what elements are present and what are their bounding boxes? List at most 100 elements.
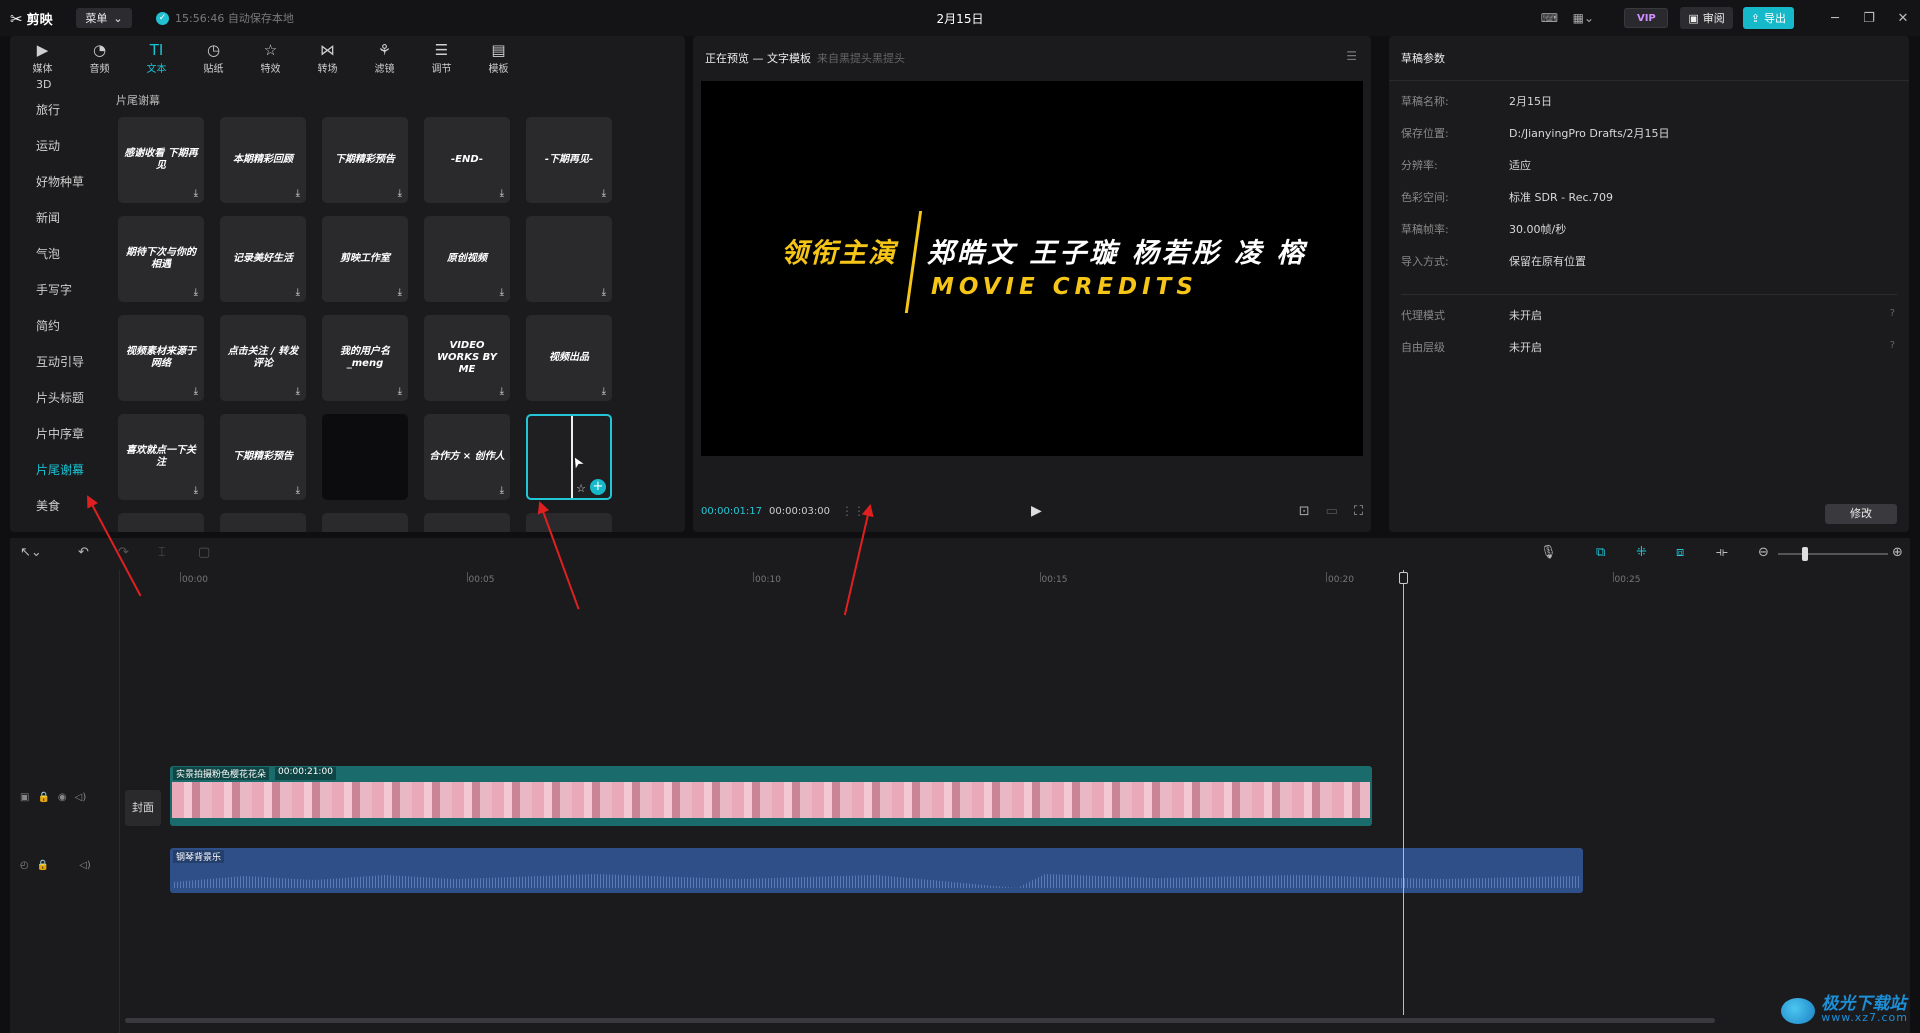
template-card[interactable]: ➤ ☆ +: [526, 414, 612, 500]
category-item[interactable]: 旅行: [10, 92, 102, 128]
template-card[interactable]: 下期精彩预告 ⤓: [322, 117, 408, 203]
category-item[interactable]: 手写字: [10, 272, 102, 308]
download-icon[interactable]: ⤓: [398, 287, 402, 298]
preview-axis-icon[interactable]: ⟛: [1716, 545, 1728, 560]
category-item[interactable]: 新闻: [10, 200, 102, 236]
download-icon[interactable]: ⤓: [296, 287, 300, 298]
template-card[interactable]: [220, 513, 306, 532]
delete-icon[interactable]: ▢: [198, 545, 210, 560]
tab-sticker[interactable]: ◷ 贴纸: [185, 36, 242, 80]
template-card[interactable]: ⤓: [526, 216, 612, 302]
template-card[interactable]: -END- ⤓: [424, 117, 510, 203]
auto-snap-icon[interactable]: ⁜: [1636, 545, 1647, 560]
download-icon[interactable]: ⤓: [500, 485, 504, 496]
cover-button[interactable]: 封面: [125, 790, 161, 826]
audio-clip[interactable]: 钢琴背景乐: [170, 848, 1583, 893]
download-icon[interactable]: ⤓: [296, 485, 300, 496]
video-canvas[interactable]: 领衔主演 郑皓文 王子璇 杨若彤 凌 榕 MOVIE CREDITS: [701, 81, 1363, 456]
menu-icon[interactable]: ☰: [1346, 49, 1357, 63]
template-card[interactable]: 原创视频 ⤓: [424, 216, 510, 302]
download-icon[interactable]: ⤓: [500, 188, 504, 199]
zoom-slider-handle[interactable]: [1802, 547, 1808, 561]
template-card[interactable]: 视频素材来源于网络 ⤓: [118, 315, 204, 401]
play-icon[interactable]: ▶: [1031, 503, 1042, 519]
category-item[interactable]: 互动引导: [10, 344, 102, 380]
download-icon[interactable]: ⤓: [602, 386, 606, 397]
split-icon[interactable]: ⌶: [158, 545, 166, 560]
template-card[interactable]: 剪映工作室 ⤓: [322, 216, 408, 302]
download-icon[interactable]: ⤓: [194, 485, 198, 496]
tab-adjust[interactable]: ☰ 调节: [413, 36, 470, 80]
download-icon[interactable]: ⤓: [194, 287, 198, 298]
template-card[interactable]: [118, 513, 204, 532]
lock-icon[interactable]: 🔒: [37, 792, 49, 803]
tab-media[interactable]: ▶ 媒体: [14, 36, 71, 80]
main-track-magnet-icon[interactable]: ⧉: [1596, 545, 1605, 560]
grid-list-icon[interactable]: ⋮⋮: [841, 504, 865, 518]
category-item[interactable]: 片中序章: [10, 416, 102, 452]
help-icon[interactable]: ?: [1890, 308, 1895, 319]
ratio-icon[interactable]: ▭: [1326, 504, 1338, 519]
tab-audio[interactable]: ◔ 音频: [71, 36, 128, 80]
linkage-icon[interactable]: ⧈: [1676, 545, 1684, 560]
speaker-icon[interactable]: ◁): [79, 860, 91, 871]
download-icon[interactable]: ⤓: [194, 188, 198, 199]
template-card[interactable]: [322, 414, 408, 500]
tab-text[interactable]: TI 文本: [128, 36, 185, 80]
tab-template[interactable]: ▤ 模板: [470, 36, 527, 80]
layout-icon[interactable]: ▦⌄: [1570, 8, 1596, 28]
microphone-icon[interactable]: 🎙: [1540, 545, 1557, 560]
category-item[interactable]: 简约: [10, 308, 102, 344]
download-icon[interactable]: ⤓: [194, 386, 198, 397]
select-tool-icon[interactable]: ↖⌄: [20, 545, 42, 560]
tab-filter[interactable]: ⚘ 滤镜: [356, 36, 413, 80]
download-icon[interactable]: ⤓: [500, 287, 504, 298]
playhead-handle[interactable]: [1399, 572, 1408, 584]
undo-icon[interactable]: ↶: [78, 545, 89, 560]
close-icon[interactable]: ✕: [1886, 0, 1920, 36]
template-card[interactable]: [526, 513, 612, 532]
download-icon[interactable]: ⤓: [602, 188, 606, 199]
minimize-icon[interactable]: ─: [1818, 0, 1852, 36]
zoom-out-icon[interactable]: ⊖: [1758, 545, 1769, 560]
category-item[interactable]: 气泡: [10, 236, 102, 272]
template-card[interactable]: 视频出品 ⤓: [526, 315, 612, 401]
download-icon[interactable]: ⤓: [500, 386, 504, 397]
download-icon[interactable]: ⤓: [398, 386, 402, 397]
favorite-icon[interactable]: ☆: [576, 482, 586, 495]
tab-effect[interactable]: ☆ 特效: [242, 36, 299, 80]
eye-icon[interactable]: ◉: [58, 792, 67, 803]
category-item[interactable]: 好物种草: [10, 164, 102, 200]
category-item-3d[interactable]: 3D: [36, 80, 51, 91]
download-icon[interactable]: ⤓: [296, 386, 300, 397]
template-card[interactable]: 我的用户名_meng ⤓: [322, 315, 408, 401]
speaker-icon[interactable]: ◁): [75, 792, 87, 803]
add-to-track-icon[interactable]: +: [590, 479, 606, 495]
template-card[interactable]: 合作方 × 创作人 ⤓: [424, 414, 510, 500]
category-item[interactable]: 片尾谢幕: [10, 452, 102, 488]
template-card[interactable]: 点击关注 / 转发评论 ⤓: [220, 315, 306, 401]
zoom-slider[interactable]: [1778, 553, 1888, 555]
tab-transition[interactable]: ⋈ 转场: [299, 36, 356, 80]
screenshot-icon[interactable]: ⊡: [1299, 504, 1310, 519]
export-button[interactable]: ⇪ 导出: [1742, 7, 1794, 29]
restore-icon[interactable]: ❐: [1852, 0, 1886, 36]
template-card[interactable]: -下期再见- ⤓: [526, 117, 612, 203]
template-card[interactable]: [322, 513, 408, 532]
time-ruler[interactable]: 00:00 00:05 00:10 00:15 00:20 00:25: [122, 570, 1910, 588]
horizontal-scrollbar[interactable]: [125, 1018, 1715, 1023]
template-card[interactable]: 期待下次与你的相遇 ⤓: [118, 216, 204, 302]
category-item[interactable]: 运动: [10, 128, 102, 164]
download-icon[interactable]: ⤓: [398, 188, 402, 199]
menu-button[interactable]: 菜单 ⌄: [76, 8, 132, 28]
help-icon[interactable]: ?: [1890, 340, 1895, 351]
playhead[interactable]: [1403, 570, 1404, 1015]
template-card[interactable]: VIDEO WORKS BY ME ⤓: [424, 315, 510, 401]
review-button[interactable]: ▣ 审阅: [1680, 7, 1733, 29]
category-item[interactable]: 片头标题: [10, 380, 102, 416]
template-card[interactable]: 记录美好生活 ⤓: [220, 216, 306, 302]
download-icon[interactable]: ⤓: [296, 188, 300, 199]
shortcut-icon[interactable]: ⌨: [1536, 8, 1562, 28]
vip-badge[interactable]: VIP: [1624, 8, 1669, 28]
template-card[interactable]: 下期精彩预告 ⤓: [220, 414, 306, 500]
